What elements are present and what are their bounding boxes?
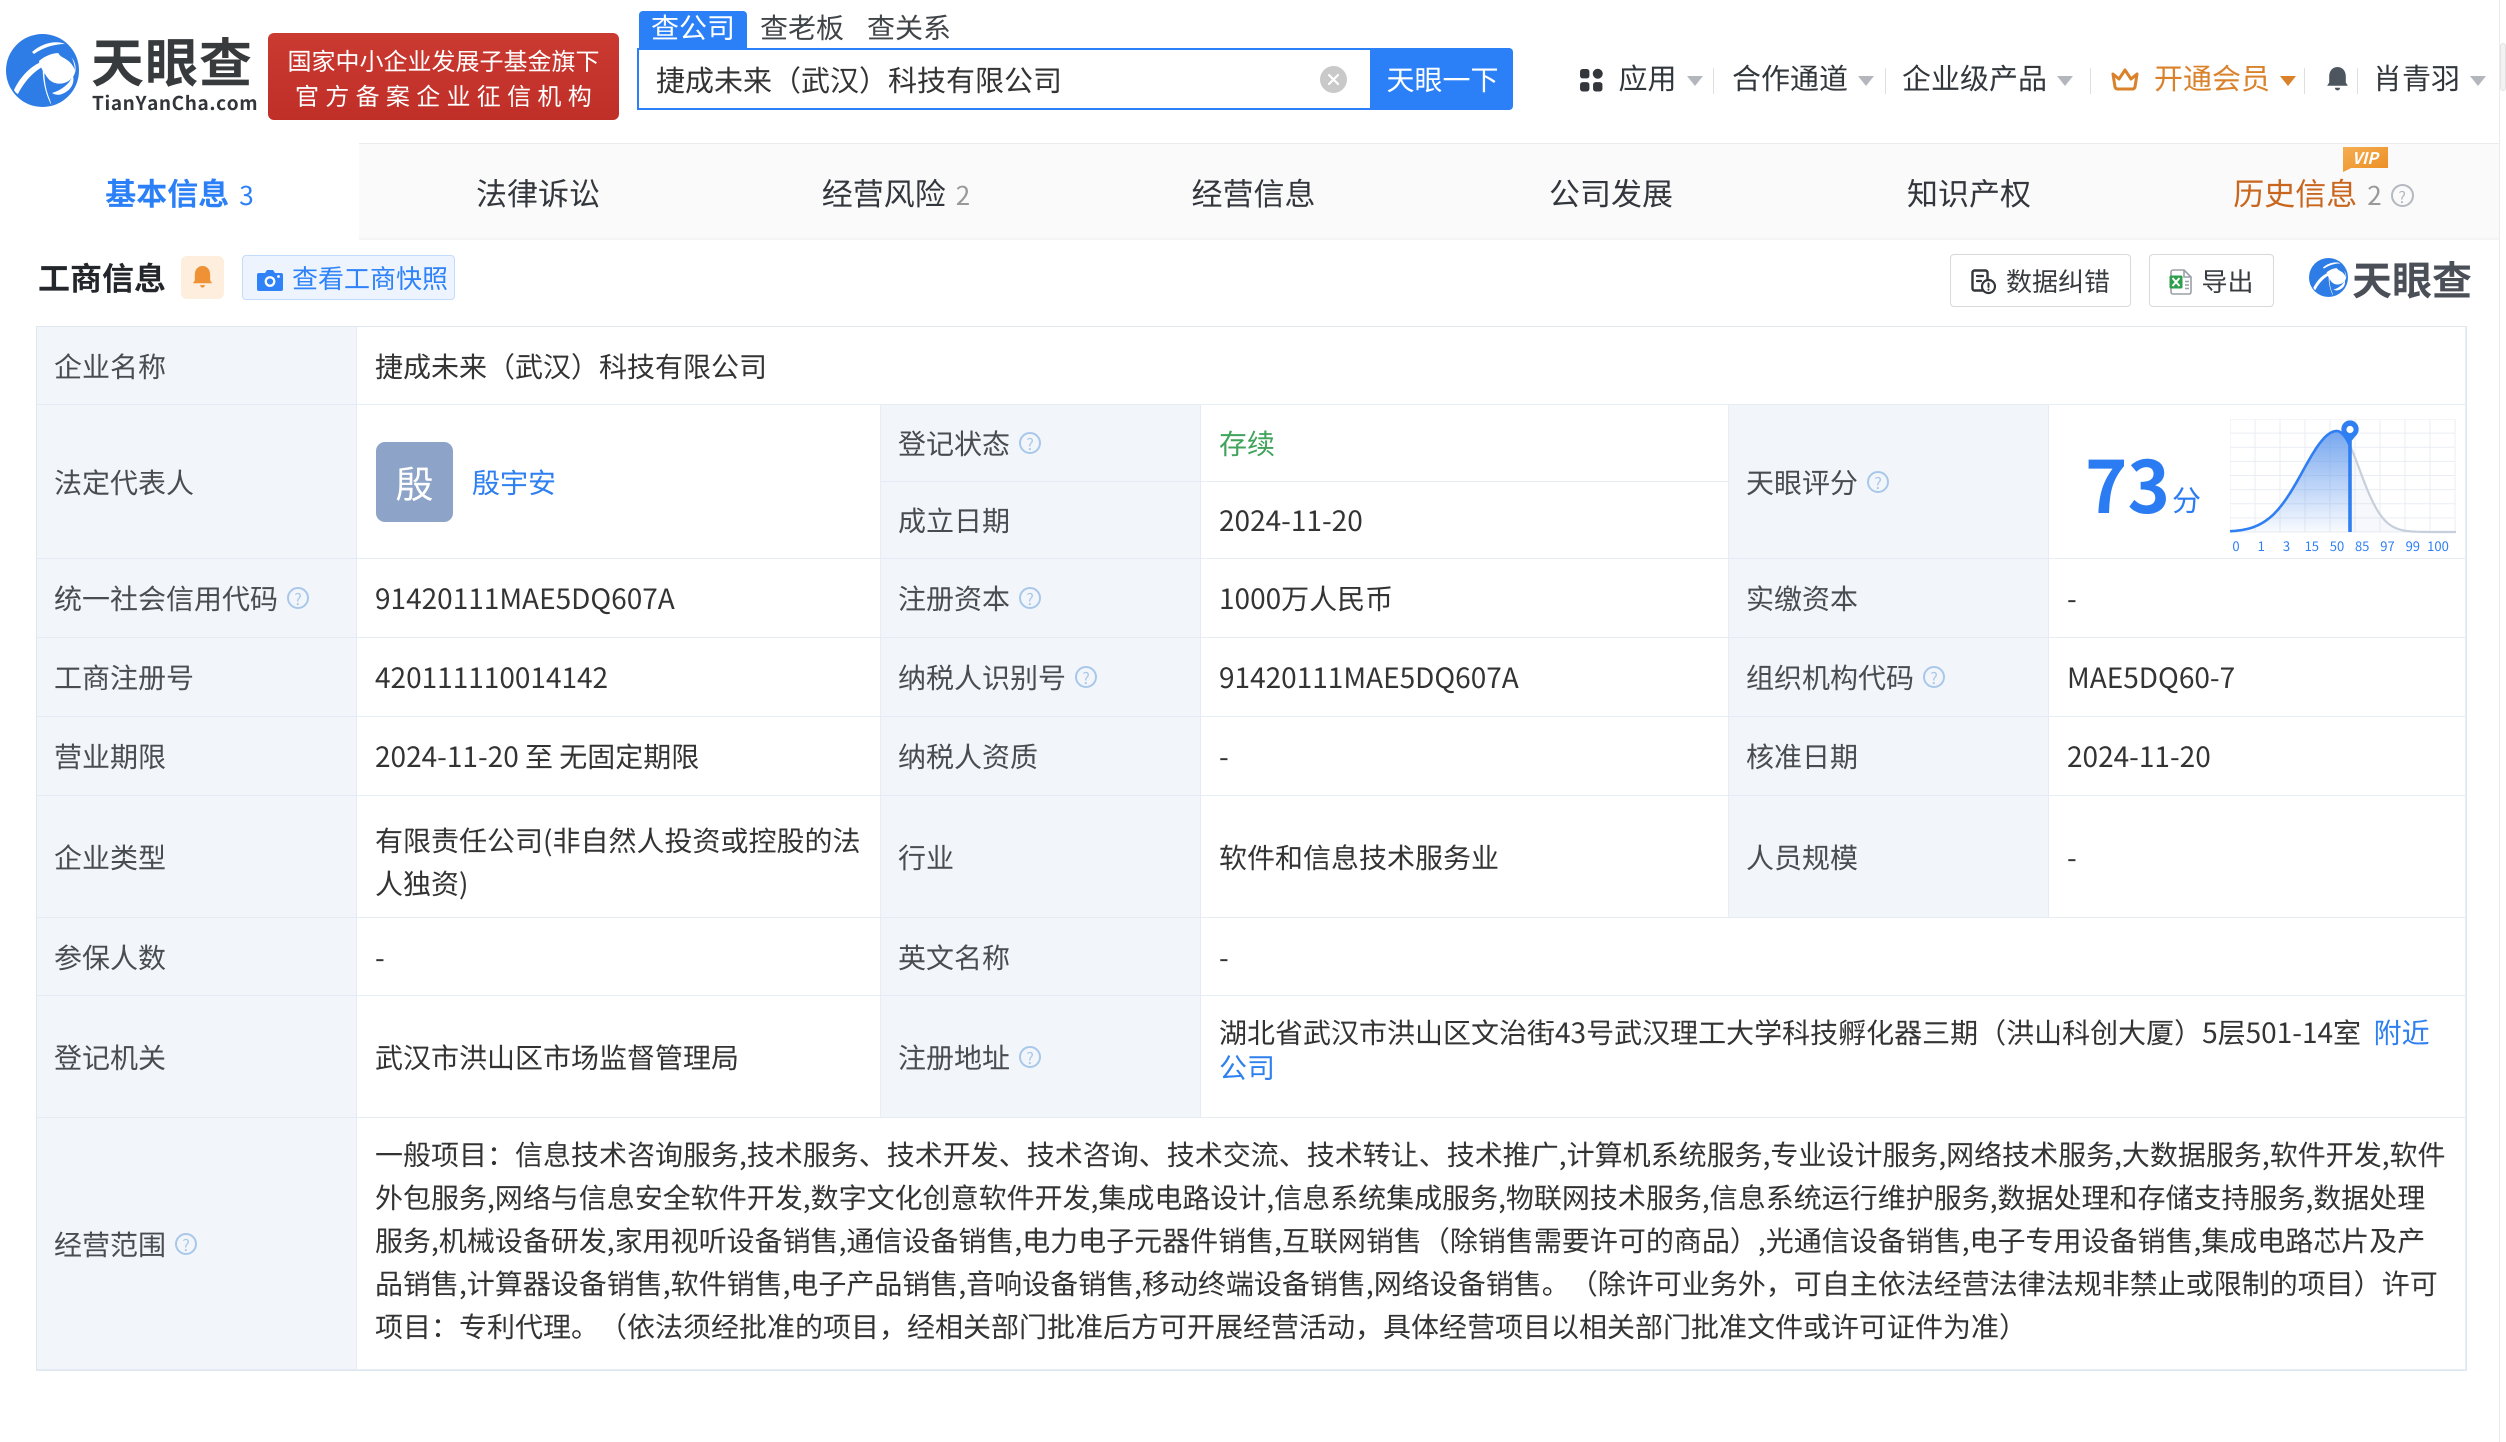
svg-text:0: 0 bbox=[2232, 536, 2239, 553]
svg-text:1: 1 bbox=[2258, 536, 2265, 553]
svg-text:15: 15 bbox=[2305, 536, 2319, 553]
svg-text:50: 50 bbox=[2330, 536, 2344, 553]
svg-text:99: 99 bbox=[2406, 536, 2420, 553]
svg-text:100: 100 bbox=[2427, 536, 2449, 553]
svg-text:VIP: VIP bbox=[2352, 147, 2380, 169]
svg-text:97: 97 bbox=[2380, 536, 2394, 553]
svg-text:3: 3 bbox=[2283, 536, 2290, 553]
svg-text:85: 85 bbox=[2355, 536, 2369, 553]
